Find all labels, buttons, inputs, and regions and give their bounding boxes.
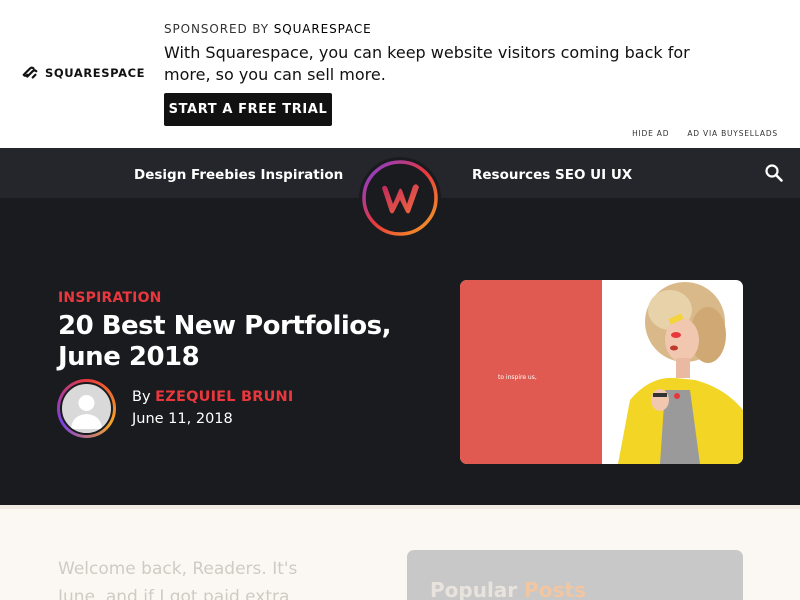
posts-word: Posts (524, 578, 586, 600)
ad-via-buysellads-link[interactable]: AD VIA BUYSELLADS (687, 129, 778, 138)
ad-links: HIDE AD AD VIA BUYSELLADS (632, 129, 778, 138)
nav-links-right[interactable]: Resources SEO UI UX (472, 167, 632, 183)
article-title[interactable]: 20 Best New Portfolios, June 2018 (58, 311, 438, 373)
squarespace-logo[interactable]: SQUARESPACE (21, 64, 145, 82)
site-logo[interactable] (359, 157, 441, 239)
author-name[interactable]: EZEQUIEL BRUNI (155, 389, 293, 405)
search-icon[interactable] (764, 163, 784, 183)
sponsored-prefix: SPONSORED BY (164, 22, 274, 36)
popular-posts-heading: Popular Posts (430, 578, 586, 600)
sponsored-by-label: SPONSORED BY SQUARESPACE (164, 22, 372, 36)
user-silhouette-icon (71, 395, 102, 429)
nav-links-left[interactable]: Design Freebies Inspiration (134, 167, 343, 183)
article-featured-image[interactable]: to inspire us, (460, 280, 743, 464)
popular-word: Popular (430, 578, 525, 600)
author-avatar[interactable] (57, 379, 116, 438)
avatar-placeholder (60, 382, 113, 435)
author-byline: By EZEQUIEL BRUNI (132, 389, 293, 405)
webdesignerdepot-logo-icon (362, 160, 438, 236)
squarespace-logo-text: SQUARESPACE (45, 66, 146, 80)
squarespace-logo-icon (22, 66, 38, 79)
article-intro: Welcome back, Readers. It's June, and if… (58, 559, 298, 600)
start-free-trial-button[interactable]: START A FREE TRIAL (164, 93, 332, 126)
ad-copy: With Squarespace, you can keep website v… (164, 43, 690, 84)
by-prefix: By (132, 389, 156, 405)
sponsored-brand: SQUARESPACE (273, 22, 372, 36)
popular-posts-panel: Popular Posts (407, 550, 743, 600)
hide-ad-link[interactable]: HIDE AD (632, 129, 669, 138)
publish-date: June 11, 2018 (132, 411, 233, 427)
article-category[interactable]: INSPIRATION (58, 290, 162, 306)
portrait-illustration (618, 282, 743, 464)
sponsor-ad: SQUARESPACE SPONSORED BY SQUARESPACE Wit… (0, 0, 800, 148)
